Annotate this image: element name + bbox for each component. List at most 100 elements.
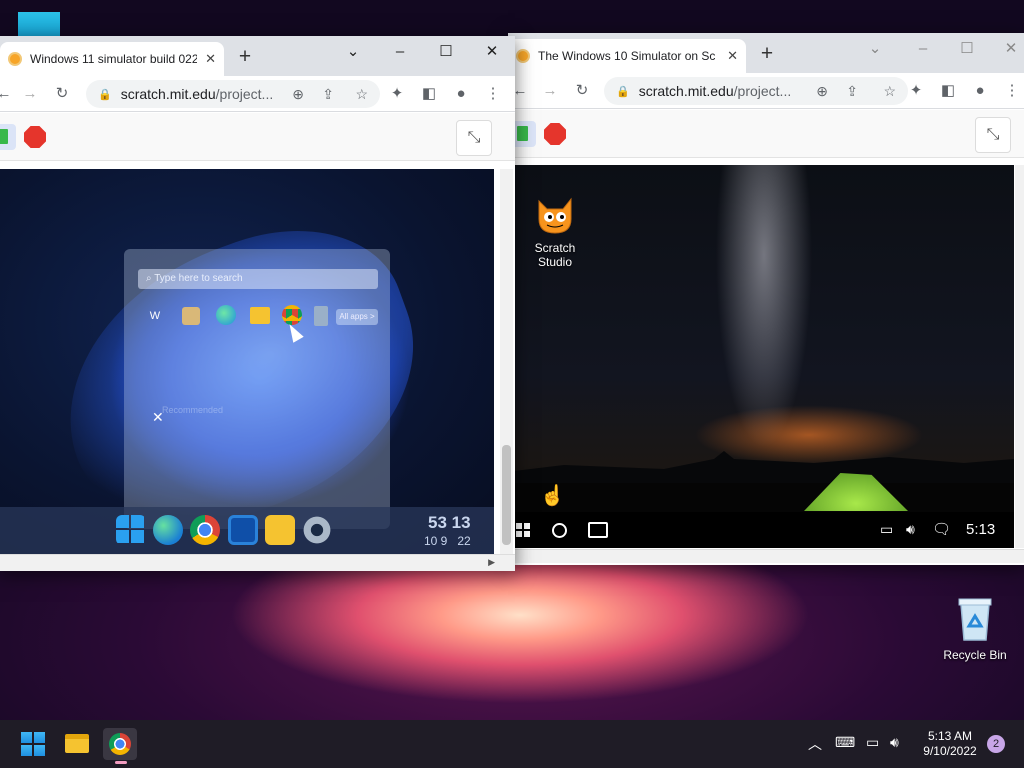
close-window-button[interactable]: ✕ <box>988 33 1024 65</box>
scratch-favicon-icon <box>516 49 530 63</box>
tab-win11-simulator[interactable]: Windows 11 simulator build 022 ✕ <box>0 42 224 76</box>
host-taskbar: ︿ ⌨ ▭ 🔊︎ 5:13 AM 9/10/2022 2 <box>0 720 1024 768</box>
maximize-button[interactable]: ☐ <box>423 36 469 68</box>
network-icon[interactable]: ▭ <box>866 734 879 751</box>
close-tab-icon[interactable]: ✕ <box>727 48 738 64</box>
zoom-icon[interactable]: ⊕ <box>816 83 828 100</box>
recycle-bin-desktop-icon[interactable]: Recycle Bin <box>940 596 1010 662</box>
lock-icon: 🔒 <box>98 88 112 101</box>
scroll-thumb[interactable] <box>502 445 511 545</box>
win11-stage[interactable]: ⌕ Type here to search W All apps > Recom… <box>0 169 494 554</box>
tab-win10-simulator[interactable]: The Windows 10 Simulator on Sc ✕ <box>508 39 746 73</box>
profile-icon[interactable]: ● <box>968 79 992 103</box>
win10-clock[interactable]: 5:13 <box>966 521 995 538</box>
search-placeholder: Type here to search <box>154 273 243 284</box>
maximize-button[interactable]: ☐ <box>944 33 990 65</box>
side-panel-icon[interactable]: ◧ <box>417 82 441 106</box>
scratch-studio-label: Scratch Studio <box>534 241 576 269</box>
pinned-explorer-icon[interactable] <box>250 307 270 324</box>
forward-arrow-icon[interactable]: → <box>538 79 562 103</box>
minimize-button[interactable]: – <box>900 33 946 65</box>
all-apps-button[interactable]: All apps > <box>336 309 378 325</box>
new-tab-button[interactable]: + <box>232 44 258 70</box>
pinned-edge-icon[interactable] <box>216 305 236 325</box>
chrome-icon[interactable] <box>190 515 220 545</box>
url-path: /project... <box>215 86 274 102</box>
scroll-right-arrow-icon[interactable]: ▶ <box>488 557 495 568</box>
store-icon[interactable] <box>228 515 258 545</box>
win11-clock-date: 10 9 22 <box>424 534 471 548</box>
start-windows-icon[interactable] <box>16 728 50 760</box>
tab-search-chevron-icon[interactable]: ⌄ <box>852 33 898 65</box>
win11-start-icon[interactable] <box>116 515 146 545</box>
keyboard-icon[interactable]: ⌨ <box>835 734 855 751</box>
pinned-store-icon[interactable] <box>182 307 200 325</box>
address-bar[interactable]: 🔒 scratch.mit.edu/project... ⊕ ⇪ ☆ <box>604 77 908 105</box>
cortana-circle-icon[interactable] <box>552 523 567 538</box>
recommended-label: Recommended <box>162 405 224 415</box>
recycle-bin-icon <box>958 598 992 641</box>
menu-kebab-icon[interactable]: ⋮ <box>1000 79 1024 103</box>
stop-sign-icon[interactable] <box>544 123 566 145</box>
menu-kebab-icon[interactable]: ⋮ <box>481 82 505 106</box>
address-bar[interactable]: 🔒 scratch.mit.edu/project... ⊕ ⇪ ☆ <box>86 80 380 108</box>
minimize-button[interactable]: – <box>377 36 423 68</box>
notification-badge[interactable]: 2 <box>987 735 1005 753</box>
recommended-item-icon: ✕ <box>152 409 164 425</box>
clock-date: 9/10/2022 <box>923 744 977 758</box>
forward-arrow-icon[interactable]: → <box>18 82 42 106</box>
browser-toolbar: ← → ↻ 🔒 scratch.mit.edu/project... ⊕ ⇪ ☆… <box>0 76 515 112</box>
file-explorer-icon[interactable] <box>265 515 295 545</box>
win11-clock-time[interactable]: 53 13 <box>428 513 471 533</box>
chrome-window-win10: The Windows 10 Simulator on Sc ✕ + ⌄ – ☐… <box>508 33 1024 565</box>
close-tab-icon[interactable]: ✕ <box>205 51 216 67</box>
pinned-calculator-icon[interactable] <box>314 306 328 326</box>
bookmark-star-icon[interactable]: ☆ <box>355 86 368 103</box>
bookmark-star-icon[interactable]: ☆ <box>883 83 896 100</box>
share-icon[interactable]: ⇪ <box>322 86 334 103</box>
windows-start-icon[interactable] <box>516 523 530 537</box>
speaker-icon[interactable]: 🔊︎ <box>890 734 899 751</box>
chrome-window-win11: Windows 11 simulator build 022 ✕ + ⌄ – ☐… <box>0 36 515 571</box>
file-explorer-icon[interactable] <box>60 728 94 760</box>
green-flag-icon[interactable] <box>0 124 16 150</box>
chrome-taskbar-icon[interactable] <box>103 728 137 764</box>
close-window-button[interactable]: ✕ <box>469 36 515 68</box>
url-host: scratch.mit.edu <box>638 83 734 99</box>
clock[interactable]: 5:13 AM 9/10/2022 <box>916 729 984 759</box>
side-panel-icon[interactable]: ◧ <box>936 79 960 103</box>
profile-icon[interactable]: ● <box>449 82 473 106</box>
task-view-icon[interactable] <box>588 522 608 538</box>
vertical-scrollbar[interactable] <box>500 169 513 554</box>
horizontal-scrollbar[interactable]: ▶ <box>0 554 515 571</box>
vertical-scrollbar[interactable] <box>1015 165 1024 548</box>
back-arrow-icon[interactable]: ← <box>0 82 16 106</box>
exit-fullscreen-button[interactable]: ⤡ <box>975 117 1011 153</box>
ground <box>514 483 1014 513</box>
share-icon[interactable]: ⇪ <box>846 83 858 100</box>
stop-sign-icon[interactable] <box>24 126 46 148</box>
clock-time: 5:13 AM <box>927 729 973 743</box>
lock-icon: 🔒 <box>616 85 630 98</box>
scratch-cat-icon <box>538 197 572 234</box>
volume-icon[interactable]: 🔊︎ <box>906 521 915 538</box>
reload-icon[interactable]: ↻ <box>570 79 594 103</box>
zoom-icon[interactable]: ⊕ <box>292 86 304 103</box>
win10-stage[interactable]: Scratch Studio ☝ ▭ 🔊︎ 🗨︎ 5:13 <box>514 165 1014 548</box>
pinned-word-icon[interactable]: W <box>146 307 164 325</box>
extensions-icon[interactable]: ✦ <box>385 82 409 106</box>
action-center-icon[interactable]: 🗨︎ <box>932 520 951 538</box>
settings-gear-icon[interactable] <box>302 515 332 545</box>
horizontal-scrollbar[interactable] <box>508 549 1024 563</box>
exit-fullscreen-button[interactable]: ⤡ <box>456 120 492 156</box>
tab-search-chevron-icon[interactable]: ⌄ <box>330 36 376 68</box>
edge-icon[interactable] <box>153 515 183 545</box>
extensions-icon[interactable]: ✦ <box>904 79 928 103</box>
new-tab-button[interactable]: + <box>754 41 780 67</box>
scratch-studio-desktop-icon[interactable]: Scratch Studio <box>528 195 582 269</box>
start-search-box[interactable]: ⌕ Type here to search <box>138 269 378 289</box>
show-hidden-icons-chevron-icon[interactable]: ︿ <box>808 734 822 754</box>
tab-title: Windows 11 simulator build 022 <box>30 52 198 66</box>
network-warning-icon[interactable]: ▭ <box>880 521 893 538</box>
reload-icon[interactable]: ↻ <box>50 82 74 106</box>
